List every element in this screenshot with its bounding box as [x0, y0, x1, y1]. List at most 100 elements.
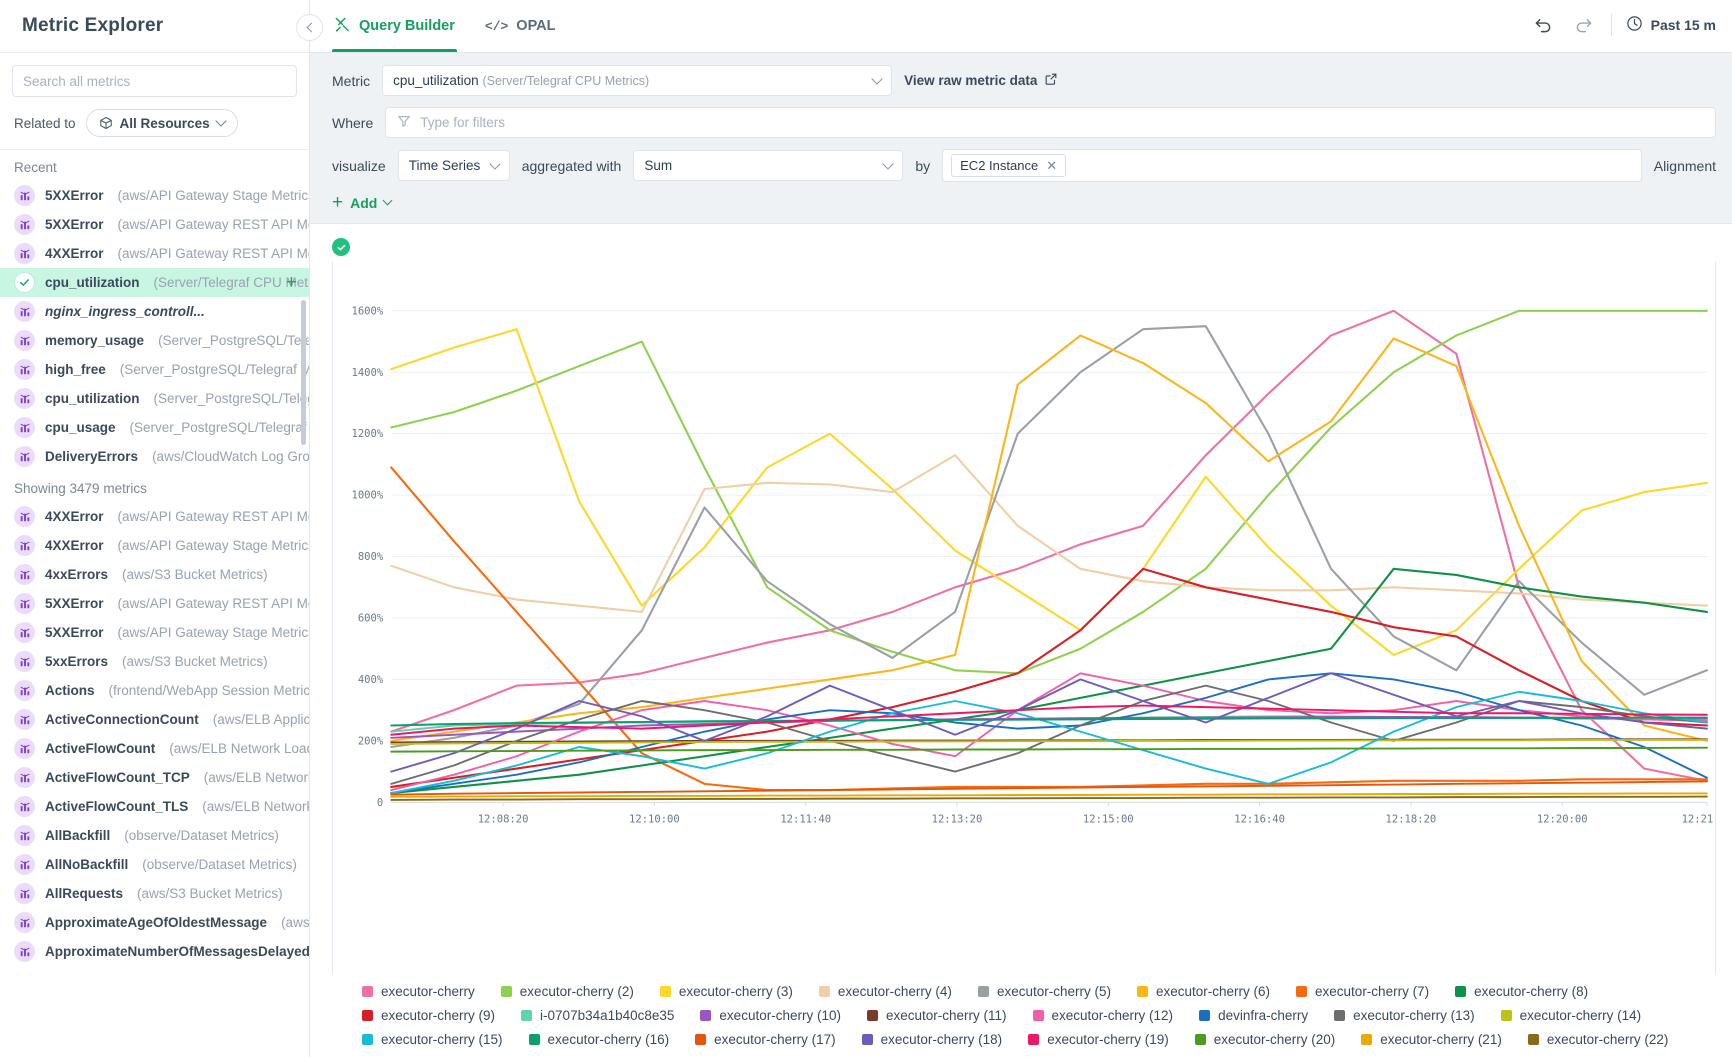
metric-icon [14, 796, 35, 817]
clock-icon [1626, 15, 1643, 35]
y-axis-tick-label: 800% [358, 551, 384, 563]
legend-item[interactable]: executor-cherry [362, 984, 475, 999]
metric-list-item[interactable]: 5XXError(aws/API Gateway REST API Metric… [0, 589, 309, 618]
metric-list-item[interactable]: ApproximateAgeOfOldestMessage(aws/SQS Qu… [0, 908, 309, 937]
legend-item[interactable]: executor-cherry (11) [867, 1008, 1007, 1023]
redo-button[interactable] [1571, 12, 1597, 38]
legend-color-swatch [1334, 1010, 1345, 1021]
undo-button[interactable] [1531, 12, 1557, 38]
legend-item[interactable]: executor-cherry (15) [362, 1032, 503, 1047]
metric-icon [14, 301, 35, 322]
aggregation-select[interactable]: Sum [633, 150, 903, 181]
legend-item[interactable]: executor-cherry (21) [1361, 1032, 1502, 1047]
metric-name: high_free [45, 362, 106, 377]
collapse-sidebar-button[interactable] [296, 14, 323, 41]
x-axis-tick-label: 12:11:40 [780, 813, 831, 825]
metric-name: Actions [45, 683, 95, 698]
legend-color-swatch [362, 1034, 373, 1045]
metric-list-item[interactable]: 4xxErrors(aws/S3 Bucket Metrics) [0, 560, 309, 589]
legend-item[interactable]: executor-cherry (7) [1296, 984, 1429, 999]
visualization-type-select[interactable]: Time Series [398, 150, 510, 181]
metric-name: 5XXError [45, 625, 104, 640]
metric-icon [14, 709, 35, 730]
legend-item[interactable]: executor-cherry (19) [1028, 1032, 1169, 1047]
legend-item[interactable]: executor-cherry (6) [1137, 984, 1270, 999]
legend-item[interactable]: executor-cherry (9) [362, 1008, 495, 1023]
tab-query-builder[interactable]: Query Builder [332, 0, 457, 52]
sidebar-scrollbar[interactable] [301, 300, 306, 445]
metric-list-item[interactable]: ActiveFlowCount_TCP(aws/ELB Network Load… [0, 763, 309, 792]
legend-item[interactable]: devinfra-cherry [1199, 1008, 1308, 1023]
add-metric-button[interactable]: + [286, 273, 297, 292]
legend-item[interactable]: executor-cherry (10) [700, 1008, 841, 1023]
view-raw-metric-data-link[interactable]: View raw metric data [904, 72, 1058, 89]
metric-list-item[interactable]: 4XXError(aws/API Gateway REST API Metric… [0, 239, 309, 268]
time-range-picker[interactable]: Past 15 m [1626, 15, 1716, 35]
legend-item[interactable]: executor-cherry (5) [978, 984, 1111, 999]
legend-color-swatch [1199, 1010, 1210, 1021]
metric-list-item[interactable]: AllRequests(aws/S3 Bucket Metrics) [0, 879, 309, 908]
metric-list-item[interactable]: cpu_utilization(Server/Telegraf CPU Metr… [0, 268, 309, 297]
resource-filter-dropdown[interactable]: All Resources [86, 109, 238, 137]
metric-list-item[interactable]: 5XXError(aws/API Gateway REST API Metric… [0, 210, 309, 239]
legend-item[interactable]: executor-cherry (18) [862, 1032, 1003, 1047]
metric-list-item[interactable]: 4XXError(aws/API Gateway REST API Metric… [0, 502, 309, 531]
legend-color-swatch [1296, 986, 1307, 997]
chart-axis-labels: 0200%400%600%800%1000%1200%1400%1600%12:… [333, 262, 1715, 865]
filter-input[interactable]: Type for filters [385, 107, 1716, 138]
group-by-chip[interactable]: EC2 Instance ✕ [951, 154, 1066, 177]
metric-list-item[interactable]: ActiveFlowCount_TLS(aws/ELB Network Load… [0, 792, 309, 821]
metric-icon [14, 854, 35, 875]
metric-list-item[interactable]: Actions(frontend/WebApp Session Metric) [0, 676, 309, 705]
metric-list-item[interactable]: DeliveryErrors(aws/CloudWatch Log Group … [0, 442, 309, 471]
metric-list-item[interactable]: ApproximateNumberOfMessagesDelayed(aws/S… [0, 937, 309, 966]
metric-name: 4XXError [45, 246, 104, 261]
metric-icon [14, 738, 35, 759]
metric-list-item[interactable]: cpu_utilization(Server_PostgreSQL/Telegr… [0, 384, 309, 413]
close-icon[interactable]: ✕ [1046, 158, 1057, 174]
group-by-input[interactable]: EC2 Instance ✕ [942, 149, 1642, 182]
metric-icon [14, 941, 35, 962]
legend-item[interactable]: executor-cherry (13) [1334, 1008, 1475, 1023]
tab-opal[interactable]: </> OPAL [483, 0, 558, 52]
legend-item[interactable]: executor-cherry (12) [1033, 1008, 1174, 1023]
metric-list-item[interactable]: 5XXError(aws/API Gateway Stage Metrics) [0, 618, 309, 647]
legend-item[interactable]: executor-cherry (2) [501, 984, 634, 999]
legend-item[interactable]: executor-cherry (14) [1501, 1008, 1642, 1023]
metric-list-item[interactable]: 4XXError(aws/API Gateway Stage Metrics) [0, 531, 309, 560]
metric-source: (aws/S3 Bucket Metrics) [137, 886, 283, 901]
metric-list-item[interactable]: 5XXError(aws/API Gateway Stage Metrics) [0, 181, 309, 210]
resource-filter-label: All Resources [120, 116, 210, 131]
y-axis-tick-label: 1600% [352, 305, 384, 317]
metric-source: (Server_PostgreSQL/Telegraf CPU Metrics) [154, 391, 310, 406]
metric-list-item[interactable]: cpu_usage(Server_PostgreSQL/Telegraf Pro… [0, 413, 309, 442]
legend-item[interactable]: executor-cherry (22) [1528, 1032, 1669, 1047]
legend-item[interactable]: executor-cherry (3) [660, 984, 793, 999]
legend-item[interactable]: executor-cherry (16) [529, 1032, 670, 1047]
legend-color-swatch [867, 1010, 878, 1021]
add-button[interactable]: + Add [332, 193, 391, 212]
legend-color-swatch [695, 1034, 706, 1045]
metric-list-item[interactable]: high_free(Server_PostgreSQL/Telegraf Mem… [0, 355, 309, 384]
timeseries-chart[interactable]: 0200%400%600%800%1000%1200%1400%1600%12:… [332, 262, 1716, 974]
metric-name: 5XXError [45, 217, 104, 232]
legend-item[interactable]: executor-cherry (17) [695, 1032, 836, 1047]
metric-select[interactable]: cpu_utilization (Server/Telegraf CPU Met… [382, 65, 892, 96]
metric-list-item[interactable]: AllNoBackfill(observe/Dataset Metrics) [0, 850, 309, 879]
metric-list-item[interactable]: ActiveFlowCount(aws/ELB Network Load Bal… [0, 734, 309, 763]
legend-item[interactable]: executor-cherry (8) [1455, 984, 1588, 999]
legend-item[interactable]: executor-cherry (20) [1195, 1032, 1336, 1047]
legend-item[interactable]: i-0707b34a1b40c8e35 [521, 1008, 674, 1023]
metric-list-item[interactable]: ActiveConnectionCount(aws/ELB Applicatio… [0, 705, 309, 734]
metric-list-item[interactable]: memory_usage(Server_PostgreSQL/Telegraf … [0, 326, 309, 355]
metric-list-item[interactable]: nginx_ingress_controll... [0, 297, 309, 326]
search-input[interactable] [12, 65, 297, 97]
metrics-list[interactable]: Recent 5XXError(aws/API Gateway Stage Me… [0, 150, 309, 1057]
x-axis-tick-label: 12:13:20 [932, 813, 983, 825]
y-axis-tick-label: 1200% [352, 428, 384, 440]
chart-legend[interactable]: executor-cherry executor-cherry (2) execut… [332, 974, 1716, 1057]
metric-list-item[interactable]: 5xxErrors(aws/S3 Bucket Metrics) [0, 647, 309, 676]
legend-label: executor-cherry (13) [1353, 1008, 1475, 1023]
legend-item[interactable]: executor-cherry (4) [819, 984, 952, 999]
metric-list-item[interactable]: AllBackfill(observe/Dataset Metrics) [0, 821, 309, 850]
